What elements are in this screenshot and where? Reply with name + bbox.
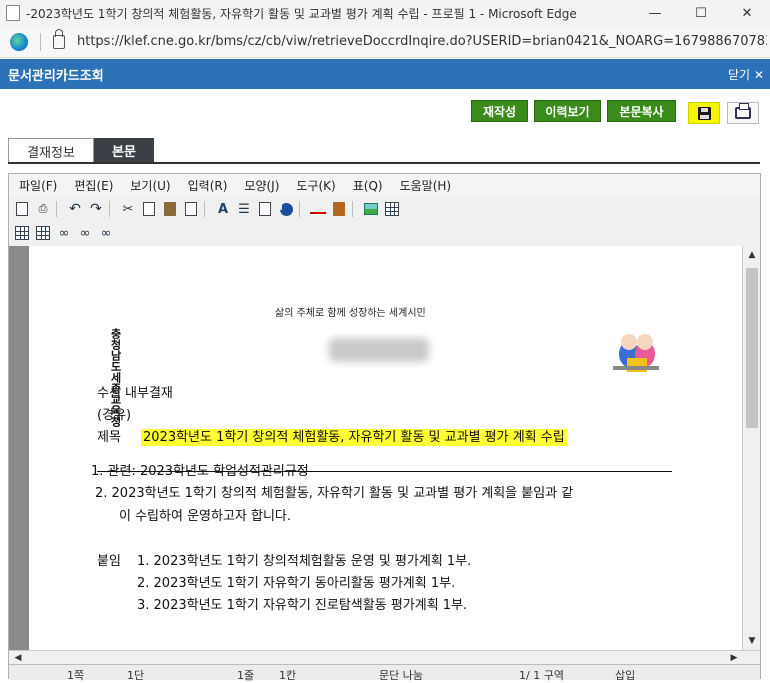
close-icon: ✕ xyxy=(753,67,764,82)
copy-icon[interactable] xyxy=(141,201,157,217)
lock-icon[interactable] xyxy=(53,28,65,49)
redo-icon[interactable]: ↷ xyxy=(88,201,104,217)
tab-approval-info[interactable]: 결재정보 xyxy=(8,138,94,163)
menu-view[interactable]: 보기(U) xyxy=(130,177,170,194)
scroll-left-icon[interactable]: ◀ xyxy=(11,651,25,665)
link-remove-icon[interactable]: ∞ xyxy=(98,225,114,241)
status-mode: 삽입 xyxy=(615,669,636,682)
history-button[interactable]: 이력보기 xyxy=(534,100,601,122)
char-shape-icon[interactable]: A xyxy=(215,201,231,217)
editor-menu-bar: 파일(F) 편집(E) 보기(U) 입력(R) 모양(J) 도구(K) 표(Q)… xyxy=(9,174,760,196)
maximize-button[interactable]: ☐ xyxy=(678,0,724,26)
horizontal-scrollbar[interactable]: ◀ ▶ xyxy=(9,650,760,664)
divider xyxy=(40,32,41,51)
slogan: 삶의 주체로 함께 성장하는 세계시민 xyxy=(275,308,426,319)
toolbar-divider xyxy=(352,201,353,217)
minimize-button[interactable]: — xyxy=(632,0,678,26)
address-bar: https://klef.cne.go.kr/bms/cz/cb/viw/ret… xyxy=(0,26,770,58)
tab-body[interactable]: 본문 xyxy=(94,138,154,163)
subject-highlight: 2023학년도 1학기 창의적 체험활동, 자유학기 활동 및 교과별 평가 계… xyxy=(141,429,567,446)
status-paragraph: 문단 나눔 xyxy=(379,669,423,682)
scroll-thumb[interactable] xyxy=(746,268,758,428)
mascot-icon xyxy=(613,334,659,372)
attachment-3: 3. 2023학년도 1학기 자유학기 진로탐색활동 평가계획 1부. xyxy=(137,598,468,613)
toolbar-divider xyxy=(204,201,205,217)
table-insert-icon[interactable] xyxy=(14,225,30,241)
menu-tools[interactable]: 도구(K) xyxy=(296,177,335,194)
toolbar-divider xyxy=(299,201,300,217)
toolbar-divider xyxy=(56,201,57,217)
close-link[interactable]: 닫기 ✕ xyxy=(728,66,764,83)
status-page: 1쪽 xyxy=(67,669,85,682)
menu-insert[interactable]: 입력(R) xyxy=(188,177,228,194)
picture-icon[interactable] xyxy=(363,201,379,217)
recipient-line: 수신 내부결재 xyxy=(97,386,173,401)
status-section: 1단 xyxy=(127,669,145,682)
menu-format[interactable]: 모양(J) xyxy=(244,177,279,194)
tab-underline xyxy=(8,162,760,164)
subject-label: 제목 xyxy=(97,430,121,445)
rewrite-button[interactable]: 재작성 xyxy=(471,100,528,122)
redacted-school-name xyxy=(329,338,429,362)
paste-icon[interactable] xyxy=(162,201,178,217)
style-icon[interactable] xyxy=(257,201,273,217)
dictionary-icon[interactable] xyxy=(310,201,326,217)
menu-edit[interactable]: 편집(E) xyxy=(74,177,113,194)
format-copy-icon[interactable] xyxy=(183,201,199,217)
editor-toolbar-1: ⎙ ↶ ↷ ✂ A ☰ i xyxy=(9,198,400,220)
save-icon xyxy=(697,106,711,120)
copy-body-button[interactable]: 본문복사 xyxy=(607,100,676,122)
document-page: 삶의 주체로 함께 성장하는 세계시민 충청남도세종교육청 수신 내부결재 (경… xyxy=(29,246,742,650)
close-label: 닫기 xyxy=(728,67,751,82)
url-field[interactable]: https://klef.cne.go.kr/bms/cz/cb/viw/ret… xyxy=(77,34,767,49)
preview-icon[interactable] xyxy=(14,201,30,217)
close-window-button[interactable]: ✕ xyxy=(724,0,770,26)
scroll-right-icon[interactable]: ▶ xyxy=(727,651,741,665)
scroll-down-icon[interactable]: ▼ xyxy=(745,634,759,648)
menu-help[interactable]: 도움말(H) xyxy=(400,177,452,194)
menu-table[interactable]: 표(Q) xyxy=(353,177,383,194)
print-icon[interactable]: ⎙ xyxy=(35,201,51,217)
page-icon xyxy=(6,5,20,21)
link-icon[interactable]: ∞ xyxy=(56,225,72,241)
page-title: 문서관리카드조회 xyxy=(8,68,104,84)
body-item-2b: 이 수립하여 운영하고자 합니다. xyxy=(119,509,292,524)
cut-icon[interactable]: ✂ xyxy=(120,201,136,217)
body-item-2a: 2. 2023학년도 1학기 창의적 체험활동, 자유학기 활동 및 교과별 평… xyxy=(95,486,574,501)
status-pages: 1/ 1 구역 xyxy=(519,669,564,682)
status-col: 1칸 xyxy=(279,669,297,682)
browser-title-bar: -2023학년도 1학기 창의적 체험활동, 자유학기 활동 및 교과별 평가 … xyxy=(0,0,770,26)
toolbar-divider xyxy=(109,201,110,217)
print-button[interactable] xyxy=(727,102,759,124)
para-shape-icon[interactable]: ☰ xyxy=(236,201,252,217)
table-icon[interactable] xyxy=(384,201,400,217)
document-viewport[interactable]: 삶의 주체로 함께 성장하는 세계시민 충청남도세종교육청 수신 내부결재 (경… xyxy=(9,246,742,650)
status-line: 1줄 xyxy=(237,669,255,682)
attachment-2: 2. 2023학년도 1학기 자유학기 동아리활동 평가계획 1부. xyxy=(137,576,456,591)
via-line: (경유) xyxy=(97,408,132,423)
printer-icon xyxy=(735,103,751,119)
save-button[interactable] xyxy=(688,102,720,124)
menu-file[interactable]: 파일(F) xyxy=(19,177,57,194)
attachment-label: 붙임 xyxy=(97,554,121,569)
hwp-editor: 파일(F) 편집(E) 보기(U) 입력(R) 모양(J) 도구(K) 표(Q)… xyxy=(8,173,761,682)
edge-icon xyxy=(10,32,28,51)
window-title: -2023학년도 1학기 창의적 체험활동, 자유학기 활동 및 교과별 평가 … xyxy=(26,6,577,21)
scroll-up-icon[interactable]: ▲ xyxy=(745,248,759,262)
link-edit-icon[interactable]: ∞ xyxy=(77,225,93,241)
info-icon[interactable]: i xyxy=(278,201,294,217)
editor-toolbar-2: ∞ ∞ ∞ xyxy=(9,222,114,244)
app-header: 문서관리카드조회 닫기 ✕ xyxy=(0,59,770,89)
attachment-1: 1. 2023학년도 1학기 창의적체험활동 운영 및 평가계획 1부. xyxy=(137,554,472,569)
status-bar: 1쪽 1단 1줄 1칸 문단 나눔 1/ 1 구역 삽입 xyxy=(9,664,760,682)
table-cell-icon[interactable] xyxy=(35,225,51,241)
body-item-1: 1. 관련: 2023학년도 학업성적관리규정 xyxy=(91,464,309,479)
undo-icon[interactable]: ↶ xyxy=(67,201,83,217)
subject-text: 2023학년도 1학기 창의적 체험활동, 자유학기 활동 및 교과별 평가 계… xyxy=(141,426,567,446)
vertical-scrollbar[interactable]: ▲ ▼ xyxy=(742,246,760,650)
book-icon[interactable] xyxy=(331,201,347,217)
